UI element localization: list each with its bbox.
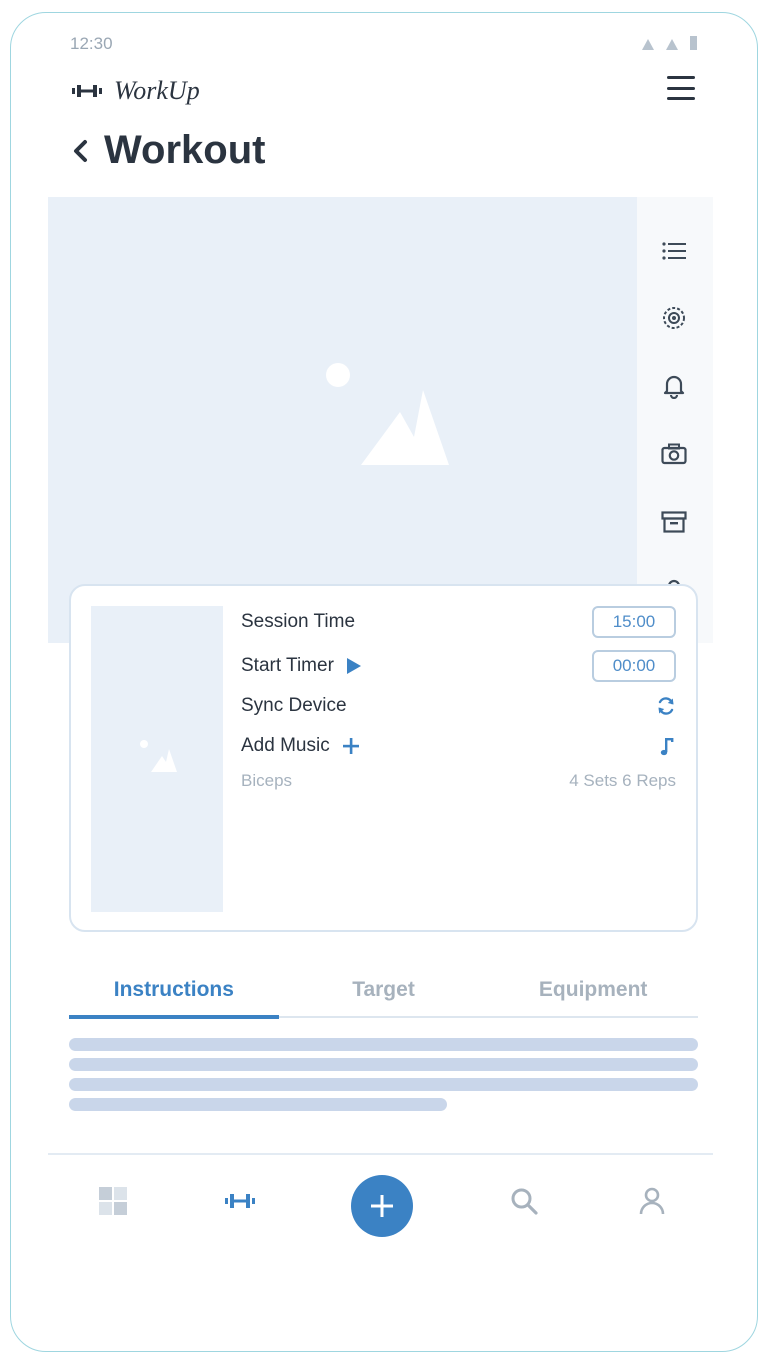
session-time-field[interactable]: 15:00	[592, 606, 676, 638]
add-music-label: Add Music	[241, 735, 330, 756]
side-toolbar	[637, 197, 713, 643]
chevron-left-icon	[74, 139, 87, 162]
add-icon	[371, 1195, 393, 1217]
instructions-text-placeholder	[69, 1038, 698, 1118]
wifi-icon	[642, 39, 654, 50]
tab-equipment[interactable]: Equipment	[488, 964, 698, 1016]
signal-icon	[666, 39, 678, 50]
dumbbell-logo-icon	[72, 85, 102, 97]
page-header: Workout	[72, 128, 265, 173]
battery-icon	[690, 36, 697, 50]
archive-icon[interactable]	[659, 507, 689, 537]
list-icon[interactable]	[659, 236, 689, 266]
sets-reps: 4 Sets 6 Reps	[569, 771, 676, 790]
music-note-icon[interactable]	[660, 736, 676, 756]
image-placeholder-icon	[140, 740, 177, 772]
text-line	[69, 1098, 447, 1111]
exercise-thumbnail	[91, 606, 223, 912]
app-name: WorkUp	[114, 76, 200, 105]
session-details: Session Time 15:00 Start Timer 00:00 Syn…	[241, 606, 676, 798]
status-time: 12:30	[70, 34, 113, 53]
app-brand[interactable]: WorkUp	[72, 76, 200, 106]
target-icon[interactable]	[659, 303, 689, 333]
play-icon[interactable]	[346, 657, 362, 675]
session-time-row: Session Time 15:00	[241, 606, 676, 638]
dumbbell-icon[interactable]	[224, 1185, 256, 1217]
back-button[interactable]	[72, 136, 90, 166]
hamburger-menu-icon[interactable]	[667, 76, 695, 100]
workout-hero-image	[48, 197, 637, 643]
start-timer-label: Start Timer	[241, 655, 334, 676]
camera-icon[interactable]	[659, 439, 689, 469]
muscle-group: Biceps	[241, 771, 293, 790]
profile-icon[interactable]	[636, 1185, 668, 1217]
session-time-label: Session Time	[241, 611, 356, 632]
bell-icon[interactable]	[659, 371, 689, 401]
sync-device-label: Sync Device	[241, 695, 347, 716]
text-line	[69, 1038, 698, 1051]
timer-display: 00:00	[592, 650, 676, 682]
dashboard-icon[interactable]	[97, 1185, 129, 1217]
exercise-summary-row: Biceps 4 Sets 6 Reps	[241, 764, 676, 798]
tab-target[interactable]: Target	[279, 964, 489, 1016]
text-line	[69, 1078, 698, 1091]
add-workout-button[interactable]	[351, 1175, 413, 1237]
app-screen: 12:30 WorkUp Workout Session Time 15:00 …	[48, 24, 713, 1248]
detail-tabs: Instructions Target Equipment	[69, 964, 698, 1019]
plus-icon[interactable]	[342, 737, 360, 755]
status-icons	[642, 36, 697, 50]
page-title: Workout	[104, 128, 266, 172]
start-timer-row: Start Timer 00:00	[241, 650, 676, 682]
add-music-row: Add Music	[241, 730, 676, 762]
sync-device-row: Sync Device	[241, 690, 676, 722]
sync-icon[interactable]	[656, 696, 676, 716]
search-icon[interactable]	[508, 1185, 540, 1217]
session-card: Session Time 15:00 Start Timer 00:00 Syn…	[69, 584, 698, 932]
tab-instructions[interactable]: Instructions	[69, 964, 279, 1019]
image-placeholder-icon	[326, 363, 449, 465]
bottom-navigation	[48, 1153, 713, 1248]
text-line	[69, 1058, 698, 1071]
